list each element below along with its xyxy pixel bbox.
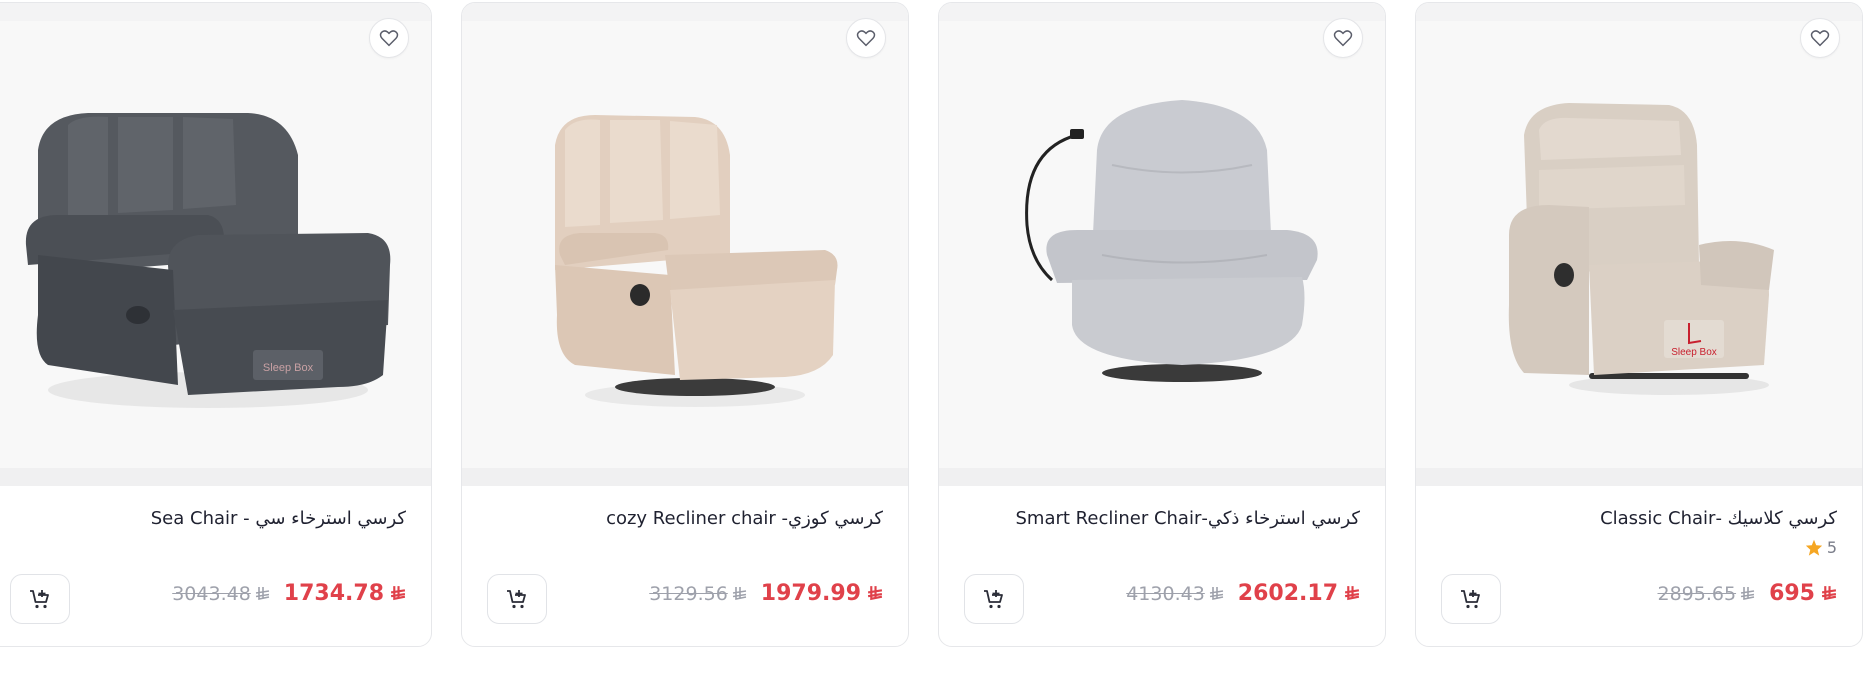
old-price: 3043.48 xyxy=(172,583,270,605)
image-top-band xyxy=(462,3,908,21)
saudi-riyal-icon xyxy=(255,586,269,600)
product-card[interactable]: كرسي استرخاء ذكي-Smart Recliner Chair 41… xyxy=(938,2,1386,647)
current-price: 2602.17 xyxy=(1238,581,1360,606)
product-title[interactable]: كرسي كوزي- cozy Recliner chair xyxy=(482,508,883,529)
product-image[interactable] xyxy=(462,21,908,468)
price-row: 4130.43 2602.17 xyxy=(1126,581,1360,606)
favorite-button[interactable] xyxy=(1323,18,1363,58)
product-title[interactable]: كرسي كلاسيك -Classic Chair xyxy=(1436,508,1837,529)
current-price: 695 xyxy=(1769,581,1837,606)
current-price: 1979.99 xyxy=(761,581,883,606)
heart-icon xyxy=(856,30,876,47)
svg-text:Sleep Box: Sleep Box xyxy=(1671,347,1717,358)
product-image[interactable]: Sleep Box xyxy=(0,21,431,468)
add-to-cart-button[interactable] xyxy=(10,574,70,624)
image-top-band xyxy=(1416,3,1862,21)
heart-icon xyxy=(1810,30,1830,47)
favorite-button[interactable] xyxy=(846,18,886,58)
rating-value: 5 xyxy=(1826,538,1837,557)
heart-icon xyxy=(1333,30,1353,47)
saudi-riyal-icon xyxy=(1821,586,1837,601)
svg-text:Sleep Box: Sleep Box xyxy=(263,362,314,374)
star-icon xyxy=(1805,539,1822,556)
cart-plus-icon xyxy=(984,590,1003,609)
price-row: 3043.48 1734.78 xyxy=(172,581,406,606)
saudi-riyal-icon xyxy=(390,586,406,601)
product-title[interactable]: كرسي استرخاء ذكي-Smart Recliner Chair xyxy=(959,508,1361,529)
image-top-band xyxy=(939,3,1385,21)
image-bottom-band xyxy=(1416,468,1862,486)
saudi-riyal-icon xyxy=(1740,586,1755,600)
saudi-riyal-icon xyxy=(867,586,883,601)
price-row: 2895.65 695 xyxy=(1657,581,1837,606)
favorite-button[interactable] xyxy=(369,18,409,58)
product-card[interactable]: Sleep Box كرسي كلاسيك -Classic Chair 5 2… xyxy=(1415,2,1863,647)
heart-icon xyxy=(379,30,399,47)
product-title[interactable]: كرسي استرخاء سي - Sea Chair xyxy=(5,508,406,529)
add-to-cart-button[interactable] xyxy=(1441,574,1501,624)
current-price: 1734.78 xyxy=(284,581,406,606)
recliner-image-cozy xyxy=(555,114,838,407)
favorite-button[interactable] xyxy=(1800,18,1840,58)
saudi-riyal-icon xyxy=(732,586,746,600)
add-to-cart-button[interactable] xyxy=(487,574,547,624)
image-bottom-band xyxy=(462,468,908,486)
rating: 5 xyxy=(1805,538,1837,557)
cart-plus-icon xyxy=(30,590,49,609)
saudi-riyal-icon xyxy=(1344,586,1360,601)
recliner-image-smart xyxy=(1025,99,1318,382)
image-bottom-band xyxy=(0,468,431,486)
product-card[interactable]: كرسي كوزي- cozy Recliner chair 3129.56 1… xyxy=(461,2,909,647)
product-card[interactable]: Sleep Box كرسي استرخاء سي - Sea Chair 30… xyxy=(0,2,432,647)
product-image[interactable]: Sleep Box xyxy=(1416,21,1862,468)
saudi-riyal-icon xyxy=(1209,586,1223,600)
old-price: 4130.43 xyxy=(1126,583,1224,605)
recliner-image-sea: Sleep Box xyxy=(25,112,391,408)
old-price: 2895.65 xyxy=(1657,583,1755,605)
recliner-image-classic: Sleep Box xyxy=(1508,102,1774,395)
image-bottom-band xyxy=(939,468,1385,486)
old-price: 3129.56 xyxy=(649,583,747,605)
add-to-cart-button[interactable] xyxy=(964,574,1024,624)
cart-plus-icon xyxy=(1461,590,1480,609)
price-row: 3129.56 1979.99 xyxy=(649,581,883,606)
cart-plus-icon xyxy=(507,590,526,609)
product-image[interactable] xyxy=(939,21,1385,468)
image-top-band xyxy=(0,3,431,21)
